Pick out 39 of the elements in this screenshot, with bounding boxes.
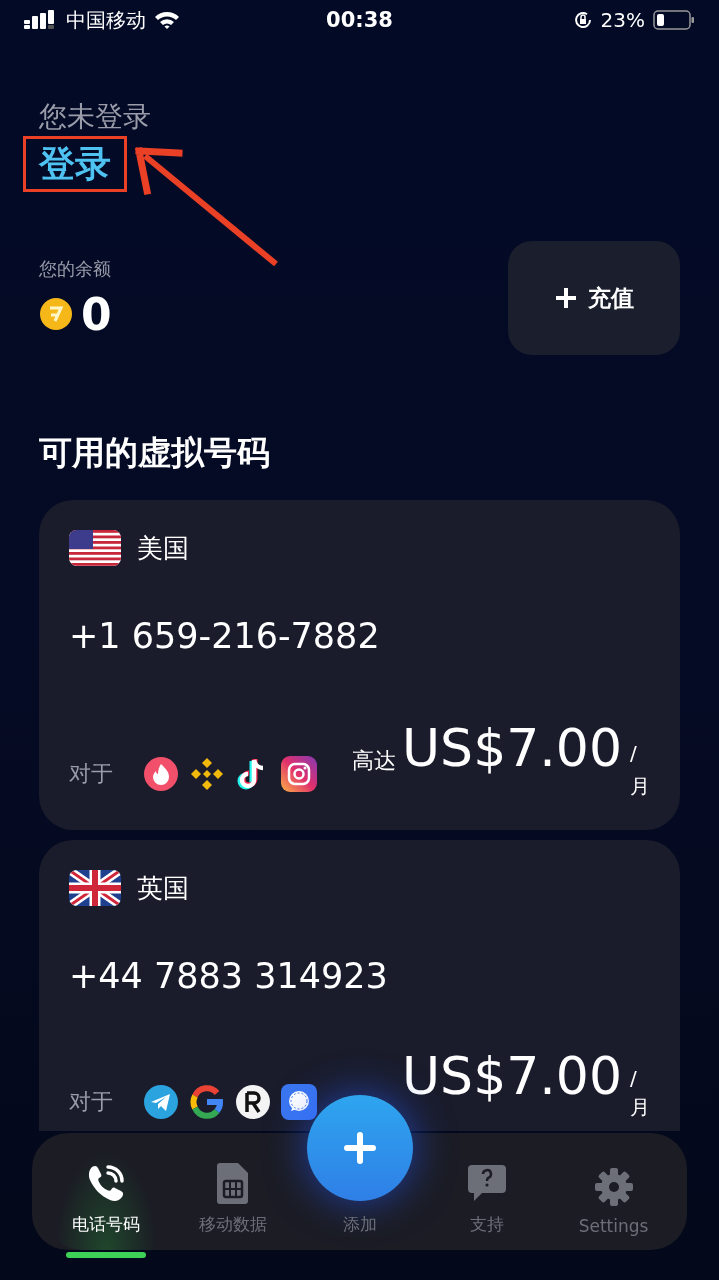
number-card[interactable]: 美国 +1 659-216-7882 对于 高达 US$7.00/ 月 bbox=[39, 500, 680, 830]
sim-card-icon bbox=[215, 1161, 250, 1205]
coin-icon bbox=[39, 297, 73, 331]
diamond-pattern-icon bbox=[189, 756, 225, 792]
for-label: 对于 bbox=[69, 760, 113, 788]
top-up-button[interactable]: 充值 bbox=[508, 241, 680, 355]
paper-plane-icon bbox=[143, 1084, 179, 1120]
per-slash: / bbox=[630, 1066, 638, 1090]
price: US$7.00 bbox=[402, 1045, 622, 1108]
round-badge-icon bbox=[235, 1084, 271, 1120]
for-label: 对于 bbox=[69, 1088, 113, 1116]
balance-label: 您的余额 bbox=[39, 256, 112, 281]
price: US$7.00 bbox=[402, 717, 622, 780]
login-link[interactable]: 登录 bbox=[23, 136, 127, 192]
clock: 00:38 bbox=[326, 8, 393, 32]
wifi-icon bbox=[154, 10, 180, 30]
rotation-lock-icon bbox=[572, 10, 593, 30]
price-unit: 月 bbox=[630, 773, 650, 800]
country-name: 英国 bbox=[137, 871, 189, 905]
chat-bubble-icon bbox=[281, 1084, 317, 1120]
carrier-name: 中国移动 bbox=[66, 6, 146, 34]
phone-number: +44 7883 314923 bbox=[69, 956, 389, 996]
battery-icon bbox=[653, 10, 695, 30]
price-prefix: 高达 bbox=[352, 747, 397, 775]
battery-percent: 23% bbox=[600, 8, 645, 32]
phone-number: +1 659-216-7882 bbox=[69, 616, 381, 656]
flame-icon bbox=[143, 756, 179, 792]
country-name: 美国 bbox=[137, 531, 189, 565]
plus-icon bbox=[554, 286, 578, 310]
flag-icon bbox=[69, 870, 121, 906]
login-status: 您未登录 bbox=[39, 99, 152, 135]
price-unit: 月 bbox=[630, 1094, 650, 1121]
camera-icon bbox=[281, 756, 317, 792]
section-title: 可用的虚拟号码 bbox=[39, 432, 271, 474]
per-slash: / bbox=[630, 741, 638, 765]
flag-icon bbox=[69, 530, 121, 566]
settings-icon bbox=[592, 1166, 635, 1208]
multicolor-ring-icon bbox=[189, 1084, 225, 1120]
balance-amount: 0 bbox=[81, 288, 112, 340]
